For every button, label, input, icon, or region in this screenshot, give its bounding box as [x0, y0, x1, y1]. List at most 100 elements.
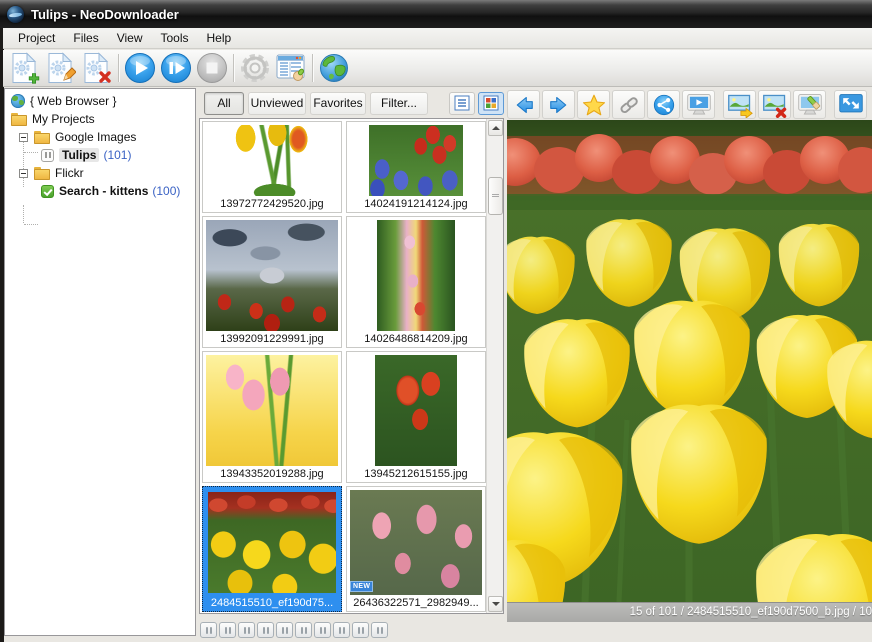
app-window: Tulips - NeoDownloader Project Files Vie…	[0, 0, 872, 642]
back-button[interactable]	[507, 90, 540, 119]
toolbar-separator	[312, 54, 313, 82]
download-slot-paused[interactable]	[295, 622, 312, 638]
list-view-icon	[454, 95, 470, 111]
toolbar-separator	[233, 54, 234, 82]
download-slot-paused[interactable]	[371, 622, 388, 638]
tree-item-label: Google Images	[55, 130, 136, 144]
thumbnail-item[interactable]: 13943352019288.jpg	[202, 351, 342, 483]
download-slot-paused[interactable]	[352, 622, 369, 638]
thumbnail-image	[377, 220, 455, 331]
thumbnail-view-icon	[483, 95, 499, 111]
options-button[interactable]	[237, 51, 273, 85]
toolbar-separator	[118, 54, 119, 82]
forward-button[interactable]	[542, 90, 575, 119]
folder-icon	[11, 113, 27, 126]
folder-icon	[34, 167, 50, 180]
menu-view[interactable]: View	[108, 29, 152, 47]
filter-tab-bar: All Unviewed Favorites Filter...	[204, 90, 504, 116]
download-slot-paused[interactable]	[219, 622, 236, 638]
copy-link-button[interactable]	[612, 90, 645, 119]
title-bar[interactable]: Tulips - NeoDownloader	[0, 0, 872, 28]
reports-button[interactable]	[273, 51, 309, 85]
gear-icon	[238, 51, 272, 85]
thumbnail-item-selected[interactable]: 2484515510_ef190d75...	[202, 486, 342, 612]
triangle-up-icon	[492, 126, 500, 130]
sidebar-item-flickr[interactable]: Flickr	[19, 164, 84, 182]
edit-project-button[interactable]	[43, 51, 79, 85]
thumbnail-item[interactable]: 13992091229991.jpg	[202, 216, 342, 348]
tab-filter[interactable]: Filter...	[370, 92, 428, 115]
document-gear-pencil-icon	[46, 52, 76, 84]
scroll-down-button[interactable]	[488, 596, 503, 612]
slideshow-button[interactable]	[682, 90, 715, 119]
tab-favorites[interactable]: Favorites	[310, 92, 366, 115]
menu-help[interactable]: Help	[198, 29, 241, 47]
download-slot-paused[interactable]	[238, 622, 255, 638]
tree-item-label: Tulips	[59, 148, 99, 162]
collapse-expander-icon[interactable]	[19, 133, 28, 142]
web-browser-button[interactable]	[316, 51, 352, 85]
tree-guide-line	[23, 205, 24, 223]
tab-all[interactable]: All	[204, 92, 244, 115]
menu-project[interactable]: Project	[9, 29, 64, 47]
preview-image[interactable]	[507, 120, 872, 602]
scroll-up-button[interactable]	[488, 120, 503, 136]
download-slot-paused[interactable]	[200, 622, 217, 638]
link-icon	[616, 93, 642, 117]
star-icon	[581, 93, 607, 117]
stop-download-button[interactable]	[194, 51, 230, 85]
thumbnail-scrollbar[interactable]	[486, 119, 503, 613]
new-project-button[interactable]	[7, 51, 43, 85]
thumbnail-image	[208, 492, 336, 593]
monitor-brush-icon	[796, 92, 824, 118]
thumbnail-panel: 13972772429520.jpg 14024191214124.jpg 13…	[199, 118, 504, 614]
delete-project-button[interactable]	[79, 51, 115, 85]
completed-project-icon	[41, 185, 54, 198]
download-slot-paused[interactable]	[333, 622, 350, 638]
image-delete-icon	[761, 92, 789, 118]
menu-files[interactable]: Files	[64, 29, 107, 47]
tree-item-label: Flickr	[55, 166, 84, 180]
thumbnail-filename: 14024191214124.jpg	[347, 196, 485, 212]
fullscreen-button[interactable]	[834, 90, 867, 119]
tree-guide-line	[24, 224, 38, 225]
download-slot-paused[interactable]	[257, 622, 274, 638]
thumbnail-view-button[interactable]	[478, 92, 504, 115]
sidebar-item-search-kittens[interactable]: Search - kittens (100)	[41, 182, 180, 200]
list-view-button[interactable]	[449, 92, 475, 115]
item-count: (100)	[152, 184, 180, 198]
share-button[interactable]	[647, 90, 680, 119]
sidebar-item-tulips[interactable]: Tulips (101)	[41, 146, 131, 164]
main-toolbar	[3, 50, 872, 87]
tab-unviewed[interactable]: Unviewed	[248, 92, 306, 115]
tree-item-label: My Projects	[32, 112, 95, 126]
resume-download-button[interactable]	[158, 51, 194, 85]
download-slot-paused[interactable]	[276, 622, 293, 638]
delete-image-button[interactable]	[758, 90, 791, 119]
scrollbar-thumb[interactable]	[488, 177, 503, 215]
thumbnail-grid: 13972772429520.jpg 14024191214124.jpg 13…	[200, 119, 486, 613]
image-export-icon	[726, 92, 754, 118]
tree-guide-line	[24, 152, 38, 153]
globe-icon	[11, 94, 25, 108]
start-download-button[interactable]	[122, 51, 158, 85]
thumbnail-item[interactable]: 14026486814209.jpg	[346, 216, 486, 348]
globe-icon	[318, 52, 350, 84]
collapse-expander-icon[interactable]	[19, 169, 28, 178]
favorite-button[interactable]	[577, 90, 610, 119]
thumbnail-item[interactable]: 14024191214124.jpg	[346, 121, 486, 213]
download-slot-paused[interactable]	[314, 622, 331, 638]
cleanup-button[interactable]	[793, 90, 826, 119]
sidebar-item-web-browser[interactable]: { Web Browser }	[11, 92, 116, 110]
pause-play-circle-icon	[160, 52, 192, 84]
thumbnail-item[interactable]: 26436322571_2982949... NEW	[346, 486, 486, 612]
thumbnail-item[interactable]: 13972772429520.jpg	[202, 121, 342, 213]
thumbnail-item[interactable]: 13945212615155.jpg	[346, 351, 486, 483]
thumbnail-image	[206, 220, 338, 331]
save-image-button[interactable]	[723, 90, 756, 119]
report-table-icon	[275, 53, 307, 83]
sidebar-item-my-projects[interactable]: My Projects	[11, 110, 95, 128]
menu-tools[interactable]: Tools	[152, 29, 198, 47]
sidebar-item-google-images[interactable]: Google Images	[19, 128, 136, 146]
folder-icon	[34, 131, 50, 144]
